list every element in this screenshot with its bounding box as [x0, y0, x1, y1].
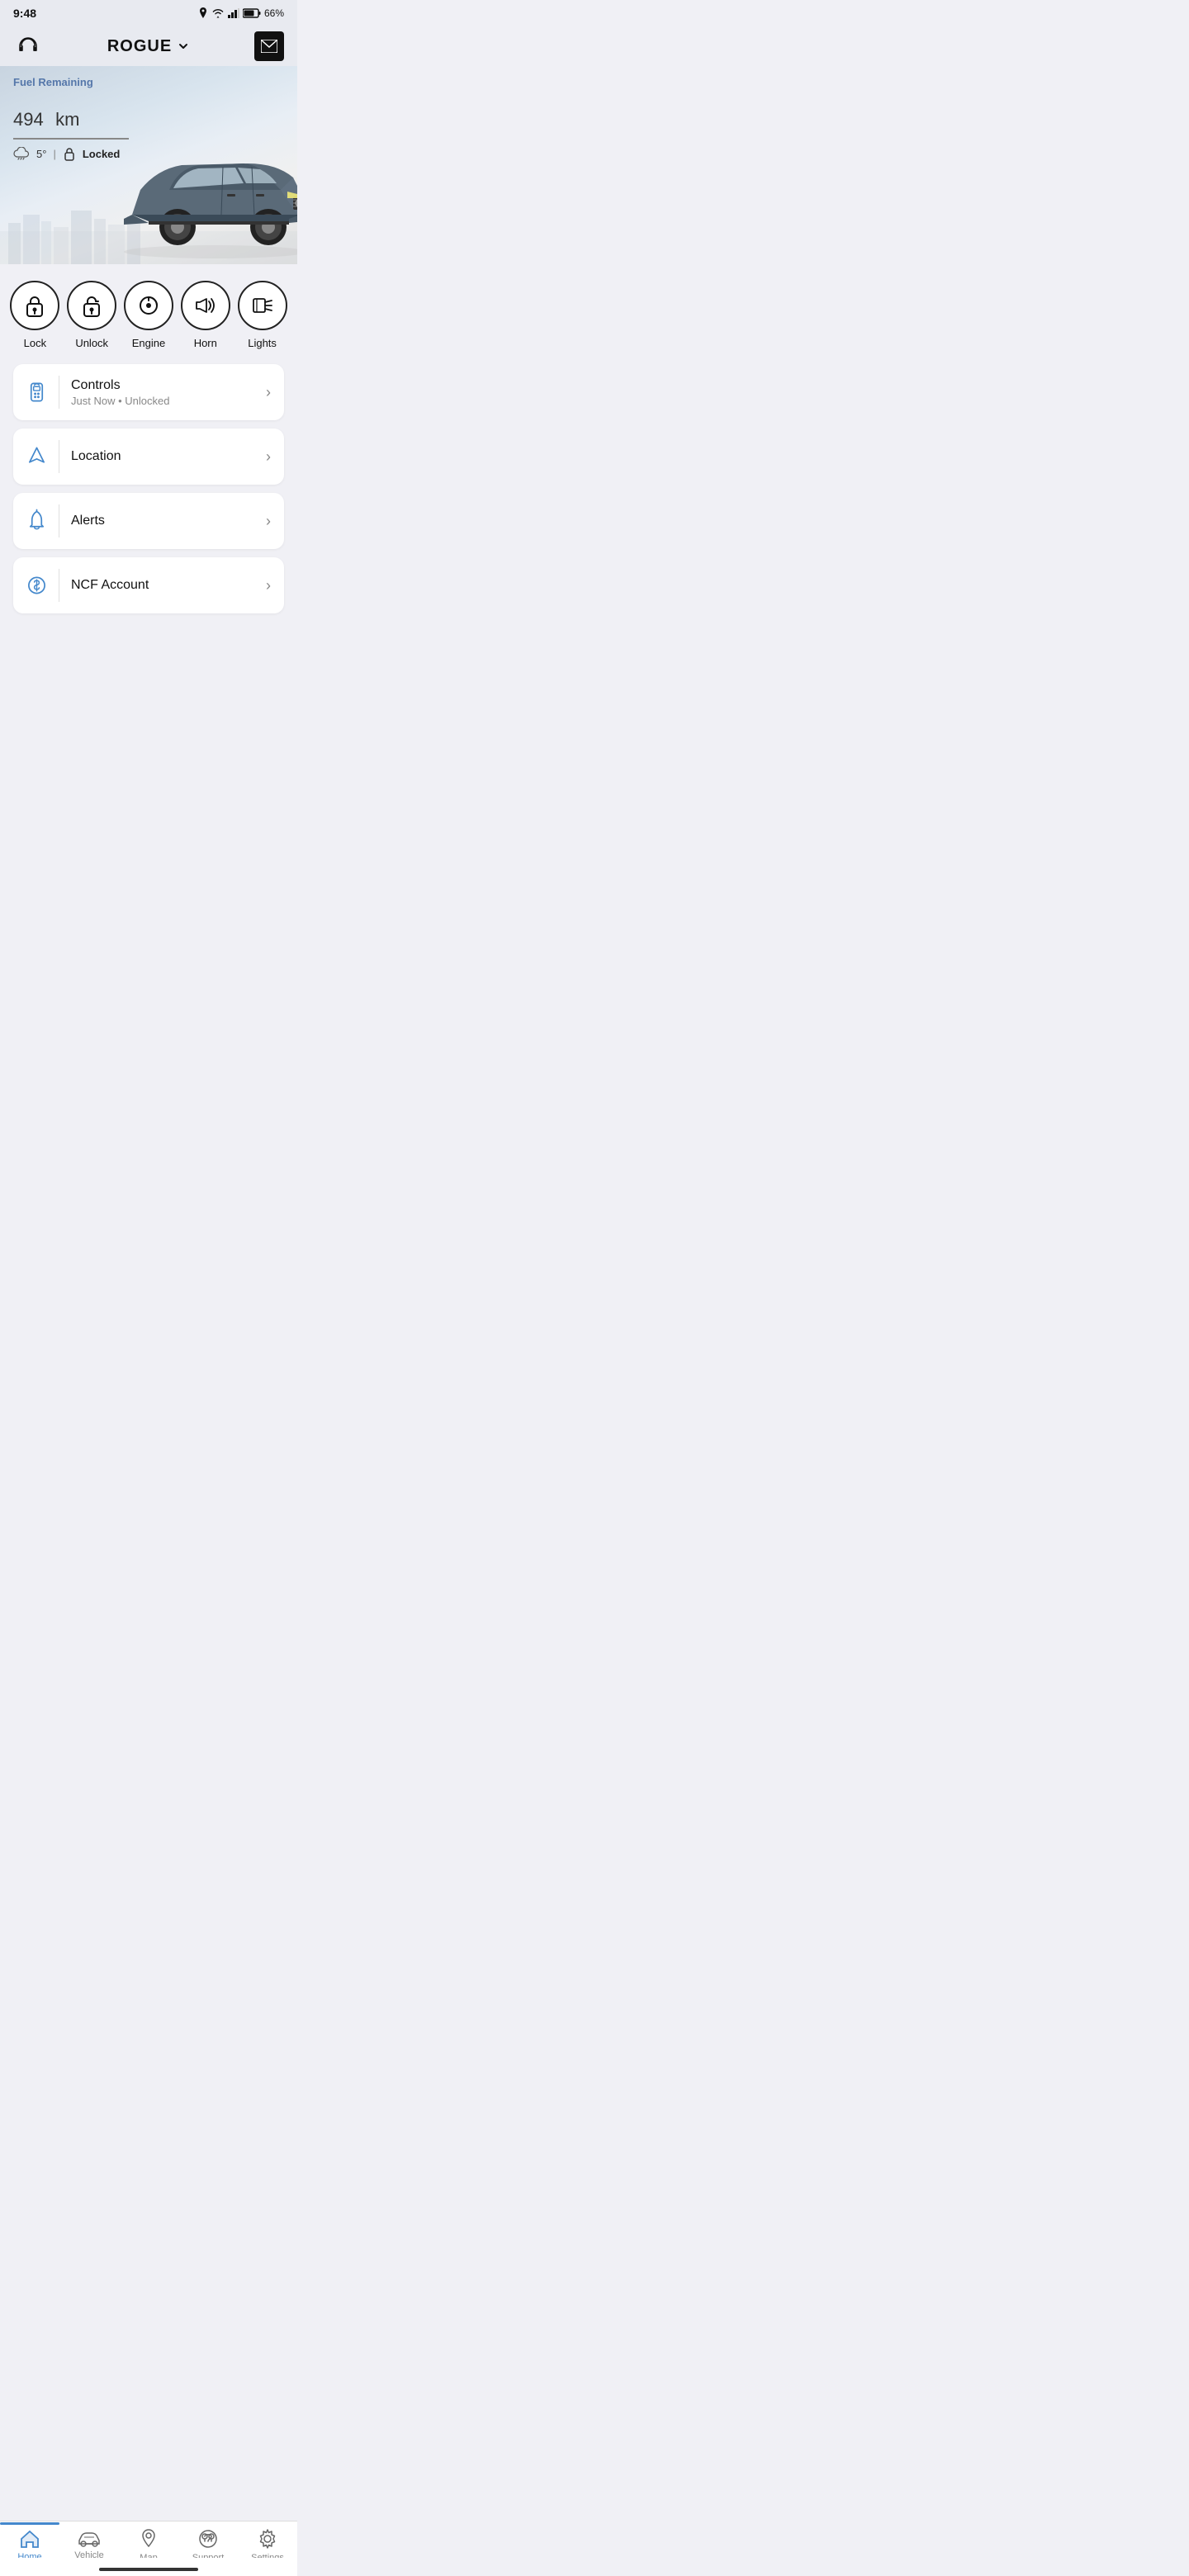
- status-time: 9:48: [13, 7, 36, 20]
- unlock-circle: [67, 281, 116, 330]
- temperature: 5°: [36, 148, 46, 160]
- lock-circle: [10, 281, 59, 330]
- nav-vehicle[interactable]: Vehicle: [64, 2531, 114, 2560]
- engine-circle: [124, 281, 173, 330]
- unlock-icon: [80, 293, 103, 318]
- ncf-title: NCF Account: [71, 578, 254, 593]
- nav-map[interactable]: Map: [124, 2528, 173, 2563]
- lights-button[interactable]: Lights: [238, 281, 287, 349]
- app-header: ROGUE: [0, 23, 297, 66]
- menu-section: Controls Just Now • Unlocked › Location …: [0, 358, 297, 620]
- controls-menu-item[interactable]: Controls Just Now • Unlocked ›: [13, 364, 284, 420]
- remote-icon: [26, 380, 47, 405]
- unlock-button[interactable]: Unlock: [67, 281, 116, 349]
- hero-section: Fuel Remaining 494 km 5° | Locked: [0, 66, 297, 264]
- engine-label: Engine: [132, 337, 165, 349]
- weather-icon: [13, 147, 30, 160]
- vehicle-name-dropdown[interactable]: ROGUE: [107, 37, 190, 56]
- headset-icon: [17, 35, 40, 58]
- nav-home-label: Home: [17, 2552, 41, 2562]
- lock-status-icon: [63, 146, 76, 161]
- horn-button[interactable]: Horn: [181, 281, 230, 349]
- lights-label: Lights: [248, 337, 277, 349]
- location-title: Location: [71, 449, 254, 464]
- vehicle-nav-icon: [77, 2531, 102, 2547]
- dollar-icon: [26, 573, 47, 598]
- nav-settings-label: Settings: [251, 2553, 284, 2563]
- alerts-chevron: ›: [266, 513, 271, 530]
- location-status-icon: [198, 7, 208, 19]
- ncf-icon-container: [26, 569, 59, 602]
- horn-label: Horn: [194, 337, 217, 349]
- support-nav-icon: [197, 2528, 219, 2550]
- location-menu-item[interactable]: Location ›: [13, 429, 284, 485]
- nav-vehicle-label: Vehicle: [74, 2550, 103, 2560]
- headset-button[interactable]: [13, 31, 43, 61]
- controls-menu-text: Controls Just Now • Unlocked: [71, 378, 254, 407]
- signal-icon: [228, 8, 239, 18]
- ncf-chevron: ›: [266, 577, 271, 594]
- engine-button[interactable]: Engine: [124, 281, 173, 349]
- unlock-label: Unlock: [75, 337, 108, 349]
- controls-section: Lock Unlock: [0, 264, 297, 358]
- navigation-icon: [26, 444, 47, 469]
- lock-status-text: Locked: [83, 148, 121, 160]
- nav-support-label: Support: [192, 2553, 225, 2563]
- fuel-label: Fuel Remaining: [13, 76, 284, 88]
- ncf-menu-text: NCF Account: [71, 578, 254, 593]
- horn-circle: [181, 281, 230, 330]
- nav-settings[interactable]: Settings: [243, 2528, 292, 2563]
- bell-icon: [26, 509, 47, 533]
- mail-icon: [261, 40, 277, 53]
- alerts-menu-text: Alerts: [71, 514, 254, 528]
- chevron-down-icon: [177, 40, 190, 53]
- controls-chevron: ›: [266, 384, 271, 401]
- location-icon-container: [26, 440, 59, 473]
- location-chevron: ›: [266, 448, 271, 466]
- settings-nav-icon: [257, 2528, 278, 2550]
- lights-circle: [238, 281, 287, 330]
- engine-icon: [137, 294, 160, 317]
- horn-icon: [193, 294, 218, 317]
- status-bar: 9:48 66%: [0, 0, 297, 23]
- lock-label: Lock: [24, 337, 46, 349]
- lock-icon: [23, 293, 46, 318]
- location-menu-text: Location: [71, 449, 254, 464]
- nav-map-label: Map: [140, 2553, 157, 2563]
- vehicle-name: ROGUE: [107, 37, 172, 56]
- fuel-divider: [13, 138, 129, 140]
- controls-title: Controls: [71, 378, 254, 393]
- home-nav-icon: [19, 2529, 40, 2549]
- alerts-title: Alerts: [71, 514, 254, 528]
- nav-support[interactable]: Support: [183, 2528, 233, 2563]
- mail-button[interactable]: [254, 31, 284, 61]
- status-icons: 66%: [198, 7, 284, 19]
- controls-row: Lock Unlock: [8, 281, 289, 349]
- controls-icon-container: [26, 376, 59, 409]
- nav-home[interactable]: Home: [5, 2529, 54, 2562]
- bottom-navigation: Home Vehicle Map Support: [0, 2521, 297, 2576]
- ncf-menu-item[interactable]: NCF Account ›: [13, 557, 284, 613]
- lights-icon: [250, 294, 275, 317]
- car-image: [116, 124, 297, 264]
- battery-percentage: 66%: [264, 7, 284, 19]
- battery-icon: [243, 8, 261, 18]
- lock-button[interactable]: Lock: [10, 281, 59, 349]
- nav-active-indicator: [0, 2522, 59, 2525]
- alerts-menu-item[interactable]: Alerts ›: [13, 493, 284, 549]
- map-nav-icon: [140, 2528, 157, 2550]
- wifi-icon: [211, 8, 225, 18]
- controls-subtitle: Just Now • Unlocked: [71, 395, 254, 407]
- alerts-icon-container: [26, 504, 59, 537]
